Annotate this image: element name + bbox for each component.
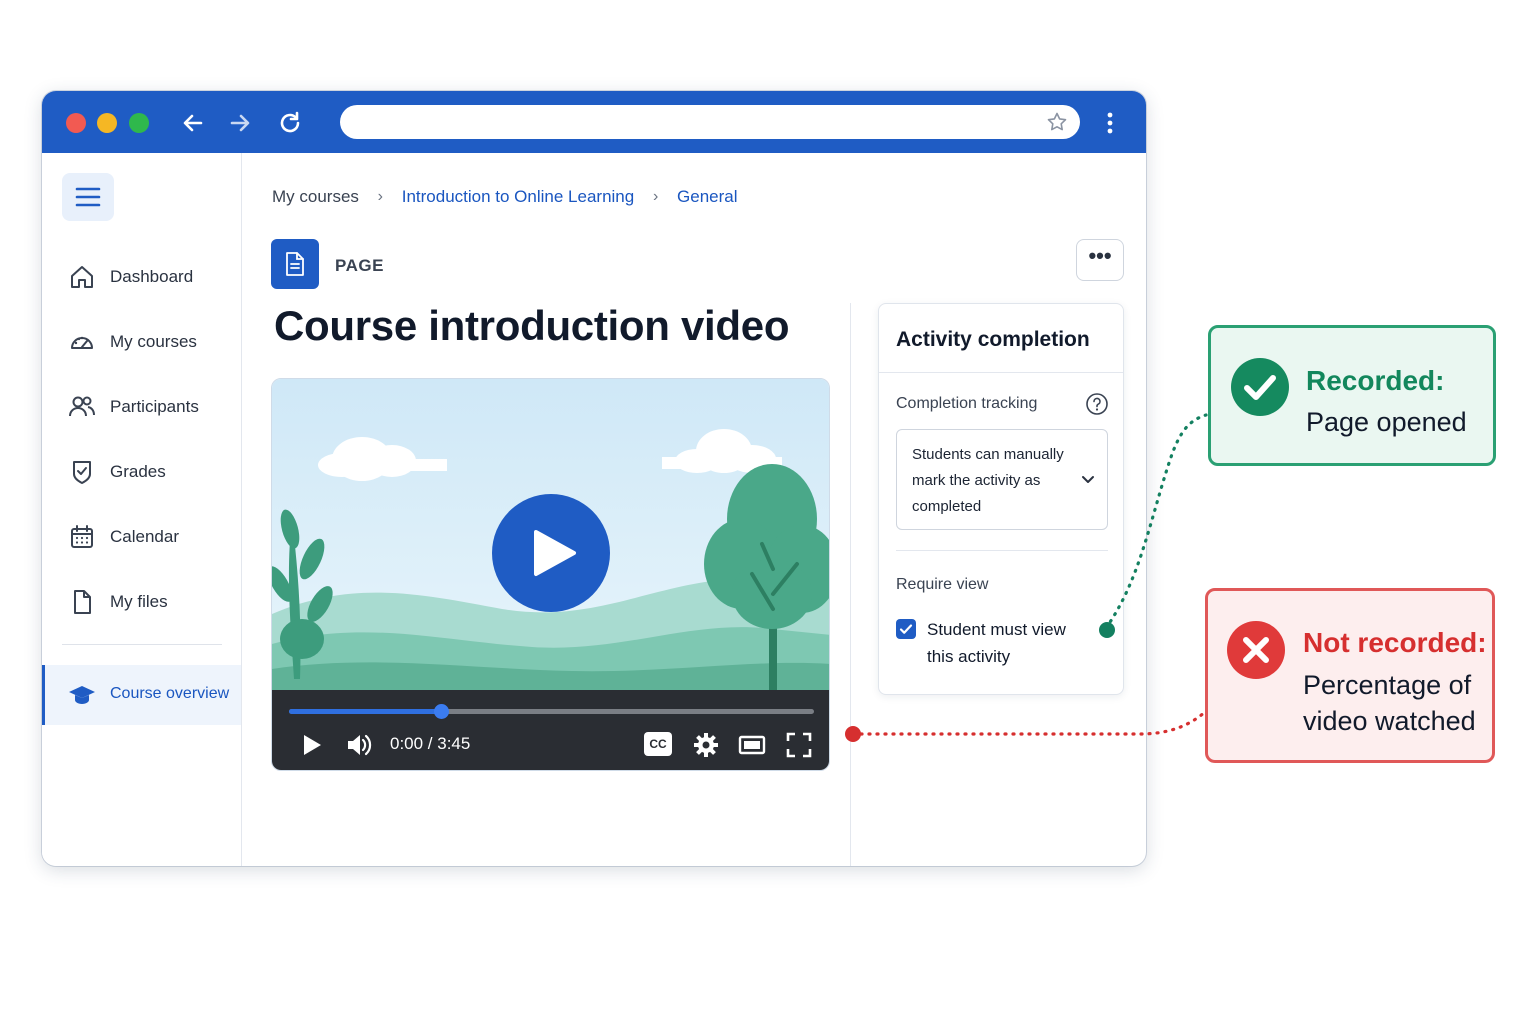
- video-time: 0:00 / 3:45: [390, 734, 471, 753]
- stage: Dashboard My courses Participants Grades…: [0, 0, 1536, 1024]
- sidebar-item-my-courses[interactable]: My courses: [42, 318, 241, 366]
- play-overlay-button[interactable]: [492, 494, 610, 612]
- checkmark-icon: [899, 624, 913, 634]
- browser-window: Dashboard My courses Participants Grades…: [42, 91, 1146, 866]
- close-window-button[interactable]: [66, 113, 86, 133]
- calendar-icon: [71, 525, 93, 548]
- star-icon[interactable]: [1046, 111, 1068, 133]
- sidebar-item-course-overview[interactable]: Course overview: [42, 665, 241, 725]
- arrow-left-icon[interactable]: [178, 108, 208, 138]
- sidebar-item-calendar[interactable]: Calendar: [42, 513, 241, 561]
- reload-icon[interactable]: [275, 108, 305, 138]
- sidebar-item-label: My courses: [110, 332, 197, 351]
- play-icon: [534, 530, 576, 576]
- hamburger-menu-button[interactable]: [62, 173, 114, 221]
- volume-icon[interactable]: [344, 730, 374, 760]
- breadcrumb-item-course[interactable]: Introduction to Online Learning: [402, 187, 635, 207]
- panel-divider: [879, 372, 1123, 373]
- content-divider: [850, 303, 851, 866]
- sidebar-item-label: Calendar: [110, 527, 179, 546]
- users-icon: [69, 396, 95, 417]
- fullscreen-icon[interactable]: [784, 730, 814, 760]
- completion-tracking-select[interactable]: Students can manually mark the activity …: [896, 429, 1108, 530]
- video-progress-fill: [289, 709, 442, 714]
- sidebar-item-label: My files: [110, 592, 168, 611]
- more-options-button[interactable]: •••: [1076, 239, 1124, 281]
- sidebar-item-dashboard[interactable]: Dashboard: [42, 253, 241, 301]
- page-title: Course introduction video: [274, 302, 790, 349]
- student-must-view-checkbox[interactable]: [896, 619, 916, 639]
- require-view-label: Require view: [896, 576, 989, 593]
- sidebar-item-label: Course overview: [110, 685, 230, 702]
- completion-tracking-value: Students can manually mark the activity …: [912, 446, 1064, 515]
- chevron-down-icon: [1082, 476, 1094, 483]
- sidebar-item-label: Participants: [110, 397, 199, 416]
- sidebar-item-my-files[interactable]: My files: [42, 578, 241, 626]
- file-icon: [74, 590, 91, 614]
- x-circle-icon: [1227, 621, 1285, 679]
- video-progress-handle[interactable]: [434, 704, 450, 719]
- callout-recorded-heading: Recorded:: [1306, 365, 1445, 396]
- video-player[interactable]: 0:00 / 3:45 CC: [271, 378, 830, 771]
- callout-recorded: Recorded: Page opened: [1208, 325, 1496, 466]
- callout-not-recorded-text: Percentage of video watched: [1303, 670, 1476, 736]
- video-controls: 0:00 / 3:45 CC: [272, 690, 829, 770]
- panel-divider: [896, 550, 1108, 551]
- panel-title: Activity completion: [896, 328, 1090, 351]
- callout-not-recorded-heading: Not recorded:: [1303, 627, 1487, 658]
- hamburger-icon: [75, 187, 101, 207]
- sidebar-divider: [62, 644, 222, 645]
- settings-gear-icon[interactable]: [691, 730, 721, 760]
- graduation-cap-icon: [69, 686, 95, 704]
- closed-captions-button[interactable]: CC: [644, 732, 672, 756]
- home-icon: [71, 266, 93, 288]
- chevron-right-icon: ›: [652, 187, 659, 205]
- play-icon[interactable]: [296, 730, 326, 760]
- breadcrumb-item-section[interactable]: General: [677, 187, 737, 207]
- shield-check-icon: [73, 461, 91, 484]
- minimize-window-button[interactable]: [97, 113, 117, 133]
- video-progress-bar[interactable]: [289, 704, 814, 719]
- chevron-right-icon: ›: [377, 187, 383, 205]
- page-document-icon: [271, 239, 319, 289]
- browser-toolbar: [42, 91, 1146, 153]
- sidebar-item-label: Grades: [110, 462, 166, 481]
- theater-mode-icon[interactable]: [737, 730, 767, 760]
- activity-completion-panel: Activity completion Completion tracking …: [878, 303, 1124, 695]
- kebab-menu-icon[interactable]: [1102, 108, 1118, 138]
- sidebar: Dashboard My courses Participants Grades…: [42, 153, 242, 866]
- breadcrumb: My courses › Introduction to Online Lear…: [272, 186, 738, 207]
- maximize-window-button[interactable]: [129, 113, 149, 133]
- connector-node-recorded: [1099, 622, 1115, 638]
- gauge-icon: [71, 336, 93, 349]
- arrow-right-icon[interactable]: [225, 108, 255, 138]
- help-icon[interactable]: [1085, 392, 1109, 416]
- completion-tracking-label: Completion tracking: [896, 395, 1038, 412]
- student-must-view-label: Student must view this activity: [927, 620, 1066, 666]
- address-bar[interactable]: [340, 105, 1080, 139]
- sidebar-item-label: Dashboard: [110, 267, 194, 286]
- breadcrumb-item-my-courses[interactable]: My courses: [272, 187, 359, 207]
- callout-recorded-text: Page opened: [1306, 407, 1467, 437]
- callout-not-recorded: Not recorded: Percentage of video watche…: [1205, 588, 1495, 763]
- sidebar-item-participants[interactable]: Participants: [42, 383, 241, 431]
- sidebar-item-grades[interactable]: Grades: [42, 448, 241, 496]
- check-circle-icon: [1231, 358, 1289, 416]
- page-kind-label: PAGE: [335, 256, 384, 275]
